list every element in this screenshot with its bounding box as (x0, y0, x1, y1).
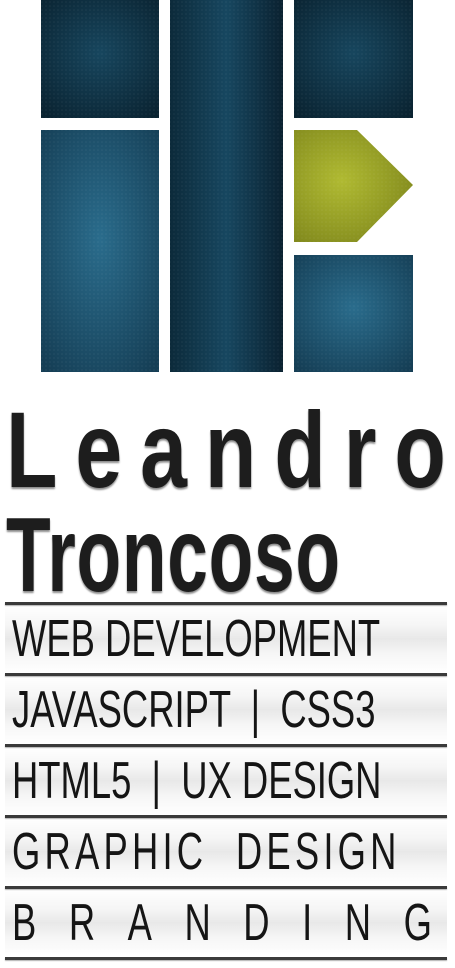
first-name-letter: a (140, 389, 188, 510)
branding-letter: A (127, 894, 152, 952)
first-name-letter: n (204, 389, 257, 510)
skill-label: WEB DEVELOPMENT (12, 610, 381, 668)
skill-item-javascript-css3: JAVASCRIPT | CSS3 (5, 676, 447, 744)
skills-list: WEB DEVELOPMENT JAVASCRIPT | CSS3 HTML5 … (5, 602, 447, 960)
skill-label: BRANDING (5, 894, 432, 952)
branding-letter: N (344, 894, 372, 952)
first-name-letter: o (394, 389, 446, 510)
skill-item-web-development: WEB DEVELOPMENT (5, 605, 447, 673)
last-name: Troncoso (6, 496, 341, 614)
skill-item-graphic-design: GRAPHIC DESIGN (5, 818, 447, 886)
branding-letter: G (403, 894, 432, 952)
first-name-letter: L (6, 389, 58, 510)
first-name-letter: r (343, 389, 377, 510)
branding-letter: R (68, 894, 96, 952)
first-name-letter: d (274, 389, 326, 510)
divider (5, 957, 447, 960)
branding-letter: I (302, 894, 313, 952)
logo-mark (0, 0, 455, 380)
skill-label: JAVASCRIPT | CSS3 (12, 681, 376, 739)
logo-graphic (41, 0, 413, 372)
skill-item-branding: BRANDING (5, 889, 447, 957)
skill-label: GRAPHIC DESIGN (12, 823, 401, 881)
skill-label: HTML5 | UX DESIGN (12, 752, 382, 810)
branding-letter: B (12, 894, 37, 952)
first-name: Leandro (6, 389, 446, 510)
branding-letter: D (243, 894, 270, 952)
first-name-letter: e (75, 389, 123, 510)
branding-letter: N (184, 894, 211, 952)
skill-item-html5-ux-design: HTML5 | UX DESIGN (5, 747, 447, 815)
